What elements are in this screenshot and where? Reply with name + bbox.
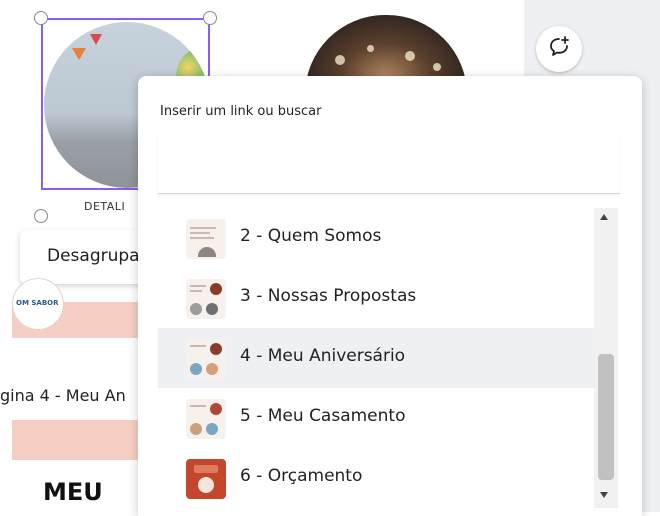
link-popup: Inserir um link ou buscar 2 - Quem Somos… [138,76,642,516]
link-search-input[interactable] [158,136,620,194]
list-item-label: 5 - Meu Casamento [240,406,406,426]
popup-title: Inserir um link ou buscar [160,104,322,119]
list-item-label: 4 - Meu Aniversário [240,346,406,366]
list-item-page-2[interactable]: 2 - Quem Somos [158,208,598,268]
add-comment-button[interactable] [536,26,582,72]
page-thumbnail [186,339,226,379]
scrollbar-thumb[interactable] [598,354,614,480]
page-title-label: gina 4 - Meu An [0,386,126,405]
list-item-label: 3 - Nossas Propostas [240,286,417,306]
resize-handle-bottom-left[interactable] [34,209,48,223]
list-item-label: 6 - Orçamento [240,466,363,486]
resize-handle-top-left[interactable] [34,11,48,25]
list-item-page-4[interactable]: 4 - Meu Aniversário [158,328,598,388]
list-item-page-6[interactable]: 6 - Orçamento [158,448,598,508]
scroll-up-arrow-icon[interactable] [600,214,608,220]
list-item-page-5[interactable]: 5 - Meu Casamento [158,388,598,448]
page-thumbnail [186,219,226,259]
list-item-label: 2 - Quem Somos [240,226,382,246]
logo-text: OM SABOR [16,299,59,307]
page-dropdown-list: 2 - Quem Somos 3 - Nossas Propostas 4 - … [158,208,598,512]
list-item-page-3[interactable]: 3 - Nossas Propostas [158,268,598,328]
detail-caption: DETALI [84,200,126,213]
resize-handle-top-right[interactable] [203,11,217,25]
add-comment-icon [547,35,571,63]
page-thumbnail [186,459,226,499]
scroll-down-arrow-icon[interactable] [600,492,608,498]
list-scrollbar[interactable] [594,208,618,508]
section-heading: MEU [43,478,103,506]
ungroup-button[interactable]: Desagrupar [47,246,147,266]
page-thumbnail [186,279,226,319]
brand-logo: OM SABOR [12,278,64,330]
page-thumbnail [186,399,226,439]
